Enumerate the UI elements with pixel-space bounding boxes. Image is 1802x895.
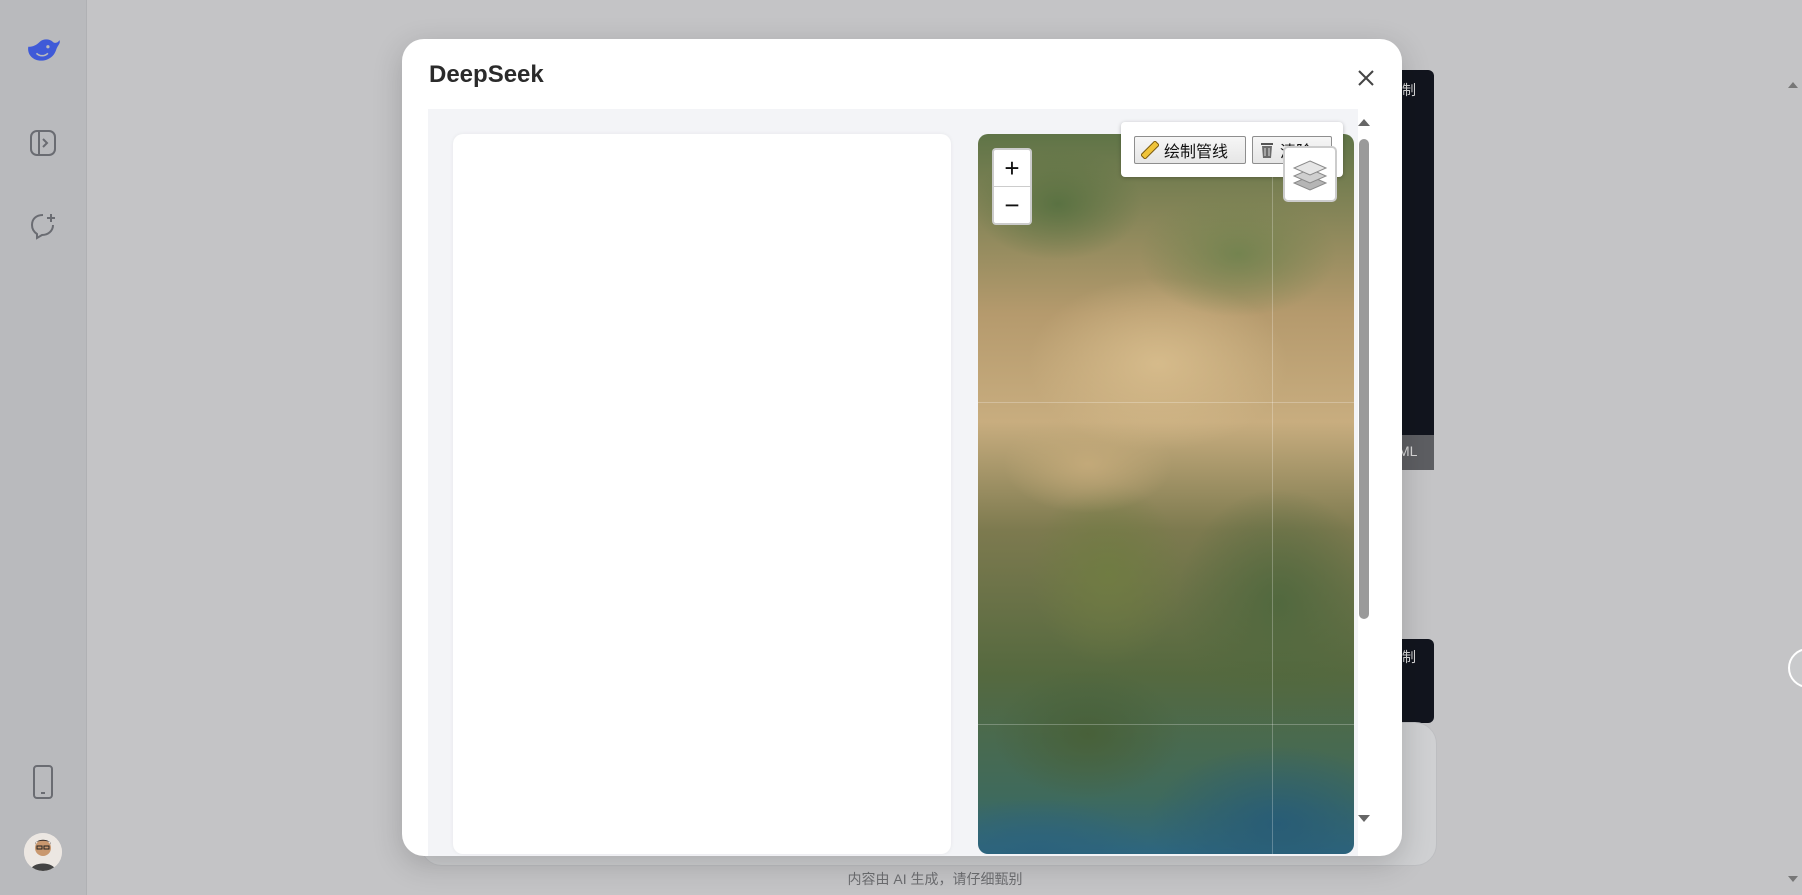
data-panel [453,134,951,854]
modal-scroll-down[interactable] [1358,815,1370,822]
map-grid-line [978,724,1354,725]
page-scroll-down[interactable] [1788,876,1798,882]
ruler-icon [1141,141,1159,159]
map-grid-line [1272,134,1273,854]
zoom-in-button[interactable]: + [994,150,1030,186]
zoom-control: + − [992,148,1032,225]
code-panel-2-copy-label: 制 [1402,649,1416,665]
mobile-app-icon[interactable] [25,764,61,800]
trash-icon [1261,143,1273,158]
modal-scrollbar[interactable] [1356,109,1372,826]
modal-scroll-up[interactable] [1358,119,1370,126]
zoom-out-button[interactable]: − [994,186,1030,223]
sidebar-toggle-icon[interactable] [25,125,61,161]
modal-title: DeepSeek [429,61,544,88]
sidebar [0,0,87,895]
satellite-map[interactable]: + − [978,134,1354,854]
page-scroll-up[interactable] [1788,82,1798,88]
layers-icon[interactable] [1283,146,1337,202]
ai-disclaimer: 内容由 AI 生成，请仔细甄别 [847,871,1023,887]
page-scrollbar[interactable] [1782,0,1802,895]
new-chat-icon[interactable] [25,208,61,244]
draw-pipeline-button[interactable]: 绘制管线 [1134,136,1246,164]
close-icon[interactable] [1353,65,1379,91]
code-panel-copy-label: 制 [1402,82,1416,98]
draw-pipeline-label: 绘制管线 [1164,144,1229,161]
deepseek-logo-icon[interactable] [25,32,61,68]
modal-content: + − [428,109,1358,856]
avatar[interactable] [24,833,62,871]
map-grid-line [978,402,1354,403]
modal-scroll-thumb[interactable] [1359,139,1369,619]
